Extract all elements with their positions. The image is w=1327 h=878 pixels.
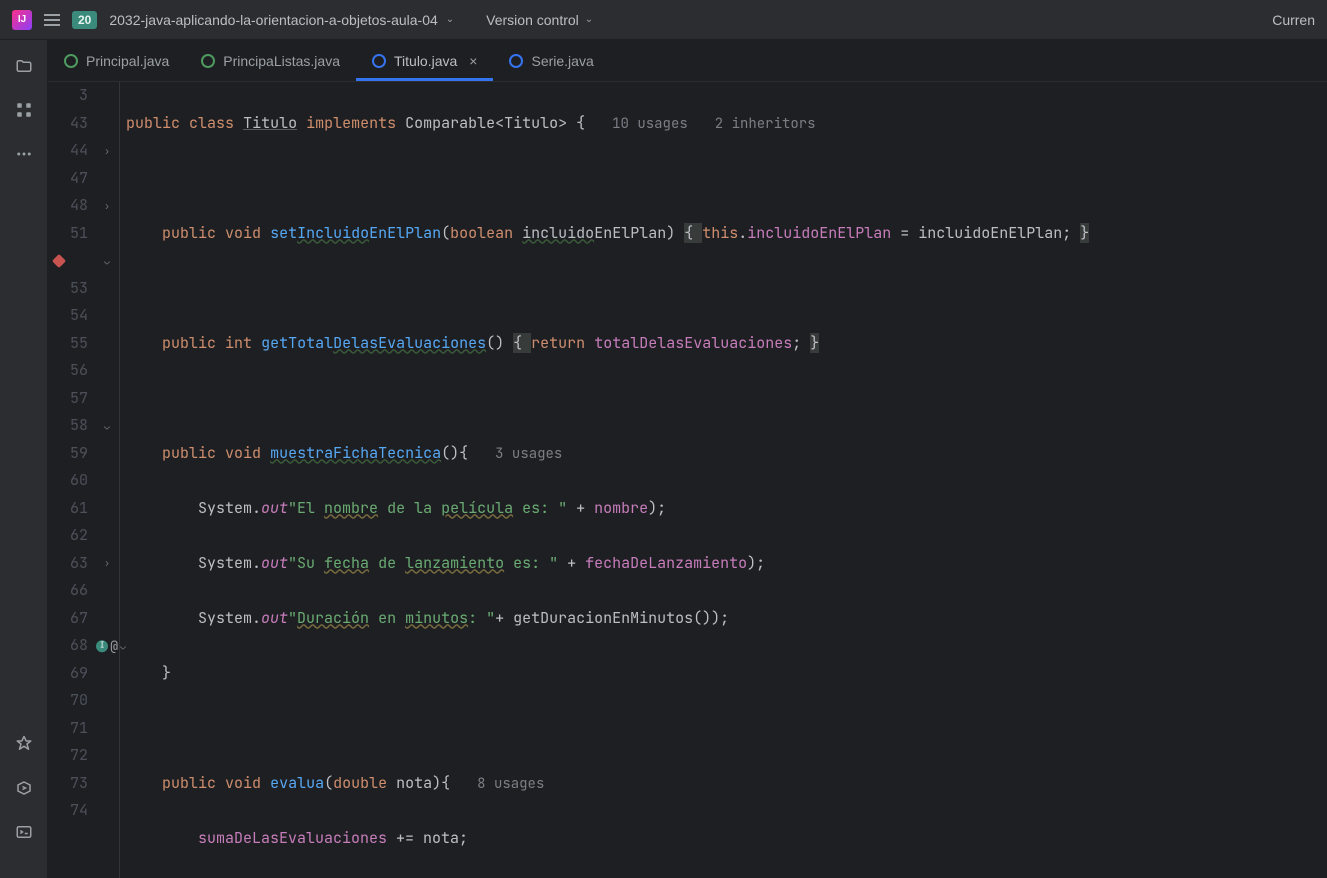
close-tab-icon[interactable]: × (469, 53, 477, 69)
right-toolbar-label: Curren (1272, 12, 1315, 28)
override-icon[interactable]: I@⌄ (96, 632, 126, 660)
tab-principal[interactable]: Principal.java (48, 40, 185, 81)
structure-tool-icon[interactable] (14, 100, 34, 120)
java-class-icon (372, 54, 386, 68)
editor-tabs: Principal.java PrincipaListas.java Titul… (48, 40, 1327, 82)
fold-icon[interactable]: › (104, 550, 110, 578)
fold-icon[interactable]: ⌄ (104, 412, 110, 440)
chevron-down-icon: ⌄ (446, 14, 454, 25)
version-control-dropdown[interactable]: Version control ⌄ (486, 12, 593, 28)
tab-serie[interactable]: Serie.java (493, 40, 609, 81)
usages-hint[interactable]: 3 usages (495, 445, 562, 463)
usages-hint[interactable]: 10 usages (612, 115, 688, 133)
services-tool-icon[interactable] (14, 778, 34, 798)
chevron-down-icon: ⌄ (585, 14, 593, 25)
usages-hint[interactable]: 8 usages (477, 775, 544, 793)
code-editor[interactable]: public class Titulo implements Comparabl… (120, 82, 1327, 878)
build-tool-icon[interactable] (14, 734, 34, 754)
sdk-badge[interactable]: 20 (72, 11, 97, 29)
tab-principalistas[interactable]: PrincipaListas.java (185, 40, 356, 81)
java-class-icon (509, 54, 523, 68)
more-tool-icon[interactable] (14, 144, 34, 164)
top-toolbar: IJ 20 2032-java-aplicando-la-orientacion… (0, 0, 1327, 40)
app-icon[interactable]: IJ (12, 10, 32, 30)
inheritors-hint[interactable]: 2 inheritors (715, 115, 816, 133)
breakpoint-icon[interactable] (52, 254, 66, 268)
terminal-tool-icon[interactable] (14, 822, 34, 842)
project-name-dropdown[interactable]: 2032-java-aplicando-la-orientacion-a-obj… (109, 12, 454, 28)
main-menu-icon[interactable] (44, 14, 60, 26)
line-number-gutter[interactable]: 3 43 44› 47 48› 51 ⌄ 53 54 55 56 57 58⌄ … (48, 82, 98, 878)
java-run-icon (201, 54, 215, 68)
fold-icon[interactable]: ⌄ (104, 247, 110, 275)
left-sidebar (0, 40, 48, 878)
tab-titulo[interactable]: Titulo.java × (356, 40, 493, 81)
fold-icon[interactable]: › (104, 192, 110, 220)
project-tool-icon[interactable] (14, 56, 34, 76)
fold-icon[interactable]: › (104, 137, 110, 165)
java-run-icon (64, 54, 78, 68)
